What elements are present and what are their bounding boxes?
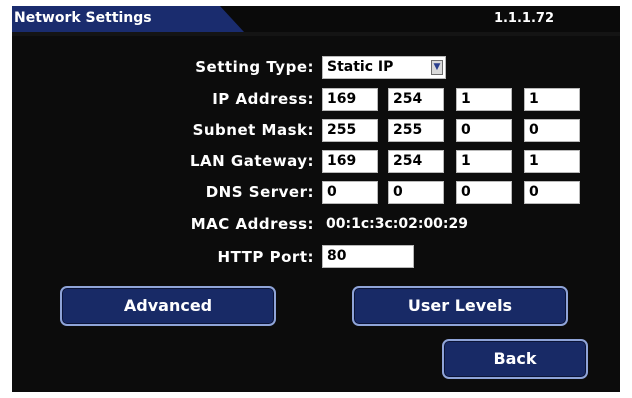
chevron-down-icon[interactable]: ▼ xyxy=(431,60,443,75)
network-settings-screen: Network Settings 1.1.1.72 Setting Type: … xyxy=(12,6,620,392)
advanced-button[interactable]: Advanced xyxy=(60,286,276,326)
subnet-mask-label: Subnet Mask: xyxy=(192,121,314,139)
dns-server-octet-4[interactable]: 0 xyxy=(524,181,580,204)
subnet-mask-octet-2[interactable]: 255 xyxy=(388,119,444,142)
lan-gateway-octet-3[interactable]: 1 xyxy=(456,150,512,173)
title-bar: Network Settings 1.1.1.72 xyxy=(12,6,620,32)
firmware-version: 1.1.1.72 xyxy=(493,11,554,26)
lan-gateway-octet-4[interactable]: 1 xyxy=(524,150,580,173)
user-levels-button[interactable]: User Levels xyxy=(352,286,568,326)
setting-type-value: Static IP xyxy=(327,59,394,75)
back-button[interactable]: Back xyxy=(442,339,588,379)
ip-address-label: IP Address: xyxy=(212,90,314,108)
subnet-mask-octet-1[interactable]: 255 xyxy=(322,119,378,142)
http-port-label: HTTP Port: xyxy=(217,248,314,266)
settings-panel: Setting Type: Static IP ▼ IP Address: 16… xyxy=(12,36,620,392)
dns-server-octet-1[interactable]: 0 xyxy=(322,181,378,204)
ip-address-octet-4[interactable]: 1 xyxy=(524,88,580,111)
dns-server-label: DNS Server: xyxy=(205,183,314,201)
ip-address-octet-1[interactable]: 169 xyxy=(322,88,378,111)
setting-type-select[interactable]: Static IP ▼ xyxy=(322,56,446,79)
setting-type-label: Setting Type: xyxy=(195,58,314,76)
subnet-mask-octet-4[interactable]: 0 xyxy=(524,119,580,142)
mac-address-value: 00:1c:3c:02:00:29 xyxy=(326,216,469,232)
dns-server-octet-3[interactable]: 0 xyxy=(456,181,512,204)
http-port-field[interactable]: 80 xyxy=(322,245,414,268)
dns-server-octet-2[interactable]: 0 xyxy=(388,181,444,204)
lan-gateway-octet-1[interactable]: 169 xyxy=(322,150,378,173)
ip-address-octet-2[interactable]: 254 xyxy=(388,88,444,111)
page-title: Network Settings xyxy=(14,10,152,26)
ip-address-octet-3[interactable]: 1 xyxy=(456,88,512,111)
lan-gateway-octet-2[interactable]: 254 xyxy=(388,150,444,173)
subnet-mask-octet-3[interactable]: 0 xyxy=(456,119,512,142)
mac-address-label: MAC Address: xyxy=(190,215,314,233)
lan-gateway-label: LAN Gateway: xyxy=(189,152,314,170)
